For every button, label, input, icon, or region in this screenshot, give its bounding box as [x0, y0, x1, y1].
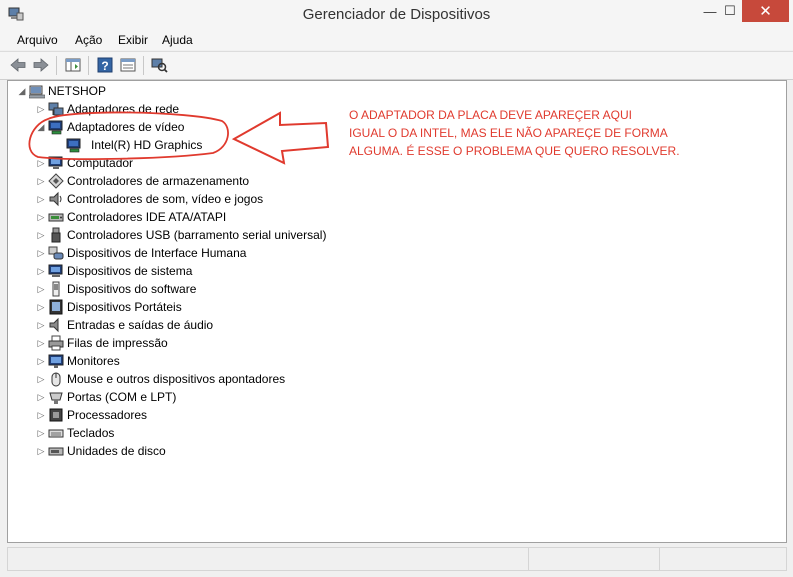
- annotation-text: O ADAPTADOR DA PLACA DEVE APAREÇER AQUI …: [349, 106, 709, 160]
- menu-bar: Arquivo Ação Exibir Ajuda: [0, 30, 793, 50]
- back-arrow-icon[interactable]: [9, 56, 27, 74]
- forward-arrow-icon[interactable]: [32, 56, 50, 74]
- menu-exibir[interactable]: Exibir: [118, 33, 148, 47]
- toolbar-separator: [143, 56, 144, 75]
- menu-arquivo[interactable]: Arquivo: [17, 33, 58, 47]
- annotation-line: IGUAL O DA INTEL, MAS ELE NÃO APAREÇE DE…: [349, 126, 668, 140]
- status-cell: [8, 548, 529, 570]
- menu-acao[interactable]: Ação: [75, 33, 102, 47]
- svg-text:?: ?: [101, 59, 108, 73]
- maximize-button[interactable]: ☐: [717, 0, 743, 22]
- device-tree-panel: ◢ NETSHOP ▷ Adaptadores de rede ◢ Adapta…: [7, 80, 787, 543]
- window-title: Gerenciador de Dispositivos: [302, 6, 491, 23]
- help-icon[interactable]: ?: [96, 56, 114, 74]
- annotation-line: ALGUMA. É ESSE O PROBLEMA QUE QUERO RESO…: [349, 144, 680, 158]
- menu-ajuda[interactable]: Ajuda: [162, 33, 193, 47]
- properties-icon[interactable]: [119, 56, 137, 74]
- toolbar: ?: [0, 51, 793, 80]
- scan-hardware-changes-icon[interactable]: [150, 56, 168, 74]
- close-button[interactable]: ✕: [742, 0, 789, 22]
- toolbar-separator: [88, 56, 89, 75]
- title-bar: Gerenciador de Dispositivos — ☐ ✕: [0, 0, 793, 30]
- status-cell: [529, 548, 660, 570]
- annotation-line: O ADAPTADOR DA PLACA DEVE APAREÇER AQUI: [349, 108, 632, 122]
- highlight-ellipse: [28, 111, 229, 160]
- pointer-arrow: [231, 111, 330, 165]
- toolbar-separator: [56, 56, 57, 75]
- show-hide-console-tree-icon[interactable]: [64, 56, 82, 74]
- status-bar: [7, 547, 787, 571]
